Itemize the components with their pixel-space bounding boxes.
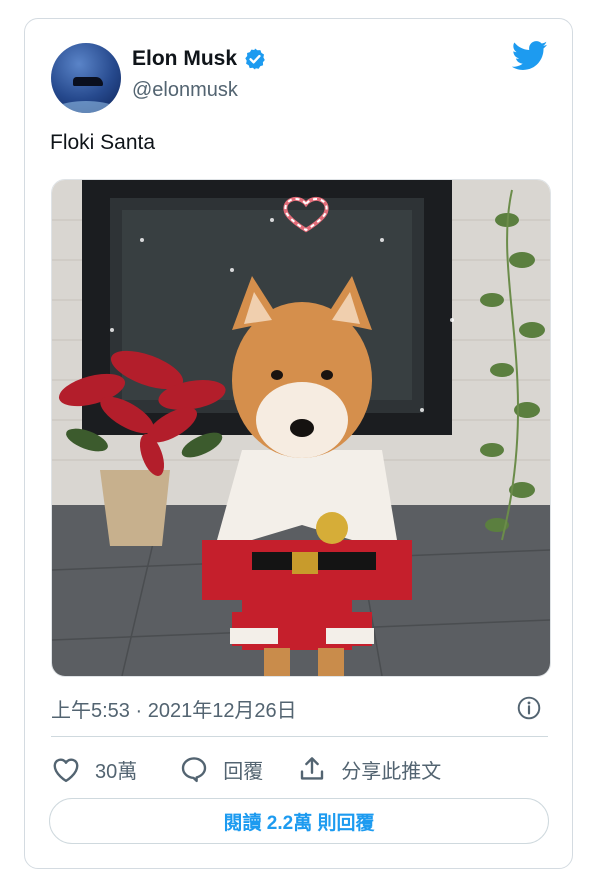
tweet-actions: 30萬 回覆 分享此推文 [51,752,441,786]
shiba-santa-photo [52,180,550,676]
divider [51,736,548,737]
like-action[interactable]: 30萬 [51,755,137,784]
author-name[interactable]: Elon Musk [132,47,237,71]
avatar-earth-shape [51,101,121,113]
author-handle[interactable]: @elonmusk [132,79,238,102]
heart-icon [51,755,81,783]
speech-bubble-icon [179,754,209,784]
tweet-photo[interactable] [51,179,551,677]
share-label: 分享此推文 [341,760,442,783]
info-icon[interactable] [516,695,542,726]
like-count: 30萬 [95,760,138,783]
reply-action[interactable]: 回覆 [179,754,263,784]
tweet-text: Floki Santa [50,131,156,154]
tweet-timestamp[interactable]: 上午5:53 · 2021年12月26日 [51,694,297,723]
tweet-card: Elon Musk @elonmusk Floki Santa 上午5:53 ·… [24,18,573,869]
share-upload-icon [297,754,327,784]
twitter-bird-icon[interactable] [511,41,548,76]
avatar[interactable] [51,43,121,113]
verified-badge-icon [243,47,267,71]
reply-label: 回覆 [223,760,264,783]
author-name-row: Elon Musk [132,47,267,71]
share-action[interactable]: 分享此推文 [297,754,441,784]
avatar-car-shape [73,77,103,86]
read-replies-button[interactable]: 閱讀 2.2萬 則回覆 [49,798,549,844]
